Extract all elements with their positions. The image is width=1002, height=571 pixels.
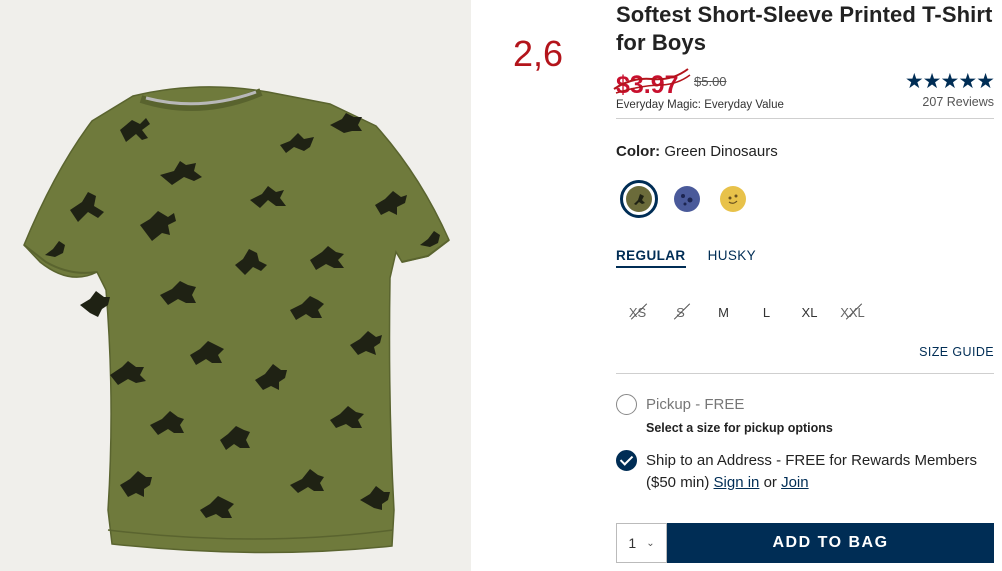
product-details: Softest Short-Sleeve Printed T-Shirt for… [613,0,995,494]
join-link[interactable]: Join [781,474,809,491]
chevron-down-icon: ⌄ [646,537,655,549]
quantity-value: 1 [628,535,637,551]
size-xxl[interactable]: XXL [831,290,874,334]
divider [616,373,994,374]
price-section: $3.97 $5.00 Everyday Magic: Everyday Val… [613,65,995,119]
swatch-yellow-print[interactable] [716,182,750,216]
pickup-radio[interactable] [616,394,637,415]
original-price: $5.00 [694,74,727,89]
pickup-label: Pickup - FREE [646,396,745,413]
size-guide-link[interactable]: SIZE GUIDE [616,345,994,359]
color-label: Color: [616,143,661,160]
ship-option[interactable]: Ship to an Address - FREE for Rewards Me… [616,450,994,494]
strikethrough-scribble [613,68,691,94]
pickup-option[interactable]: Pickup - FREE [616,394,994,416]
swatch-blue-print[interactable] [670,182,704,216]
selected-color: Green Dinosaurs [664,143,778,160]
promo-text: Everyday Magic: Everyday Value [616,99,784,111]
blue-print-swatch-icon [674,186,700,212]
size-l[interactable]: L [745,290,788,334]
yellow-print-swatch-icon [720,186,746,212]
quantity-select[interactable]: 1 ⌄ [616,523,667,563]
size-s[interactable]: S [659,290,702,334]
sign-in-link[interactable]: Sign in [714,474,760,491]
size-m[interactable]: M [702,290,745,334]
reviews-link[interactable]: 207 Reviews [922,95,994,109]
product-image[interactable] [0,0,471,571]
annotation-label: 2,6 [513,33,564,74]
add-to-bag-row: 1 ⌄ ADD TO BAG [616,523,994,563]
rating-stars-icon[interactable]: ★★★★★ [905,69,995,94]
add-to-bag-button[interactable]: ADD TO BAG [667,523,994,563]
ship-radio[interactable] [616,450,637,471]
color-selection: Color: Green Dinosaurs [616,143,994,160]
swatch-green-dinosaurs[interactable] [620,180,658,218]
color-swatches [620,180,994,218]
product-title: Softest Short-Sleeve Printed T-Shirt for… [616,2,993,55]
size-options: XS S M L XL XXL [616,290,994,334]
size-xl[interactable]: XL [788,290,831,334]
tshirt-image [23,86,450,554]
fit-tabs: REGULAR HUSKY [616,248,994,268]
ship-label: Ship to an Address - FREE for Rewards Me… [646,452,977,491]
tab-husky[interactable]: HUSKY [708,248,757,268]
green-dinosaur-swatch-icon [626,186,652,212]
size-xs[interactable]: XS [616,290,659,334]
product-page: 2,6 Softest Short-Sleeve Printed T-Shirt… [0,0,1002,571]
pickup-note: Select a size for pickup options [646,421,833,435]
tab-regular[interactable]: REGULAR [616,248,686,268]
or-text: or [763,474,777,491]
